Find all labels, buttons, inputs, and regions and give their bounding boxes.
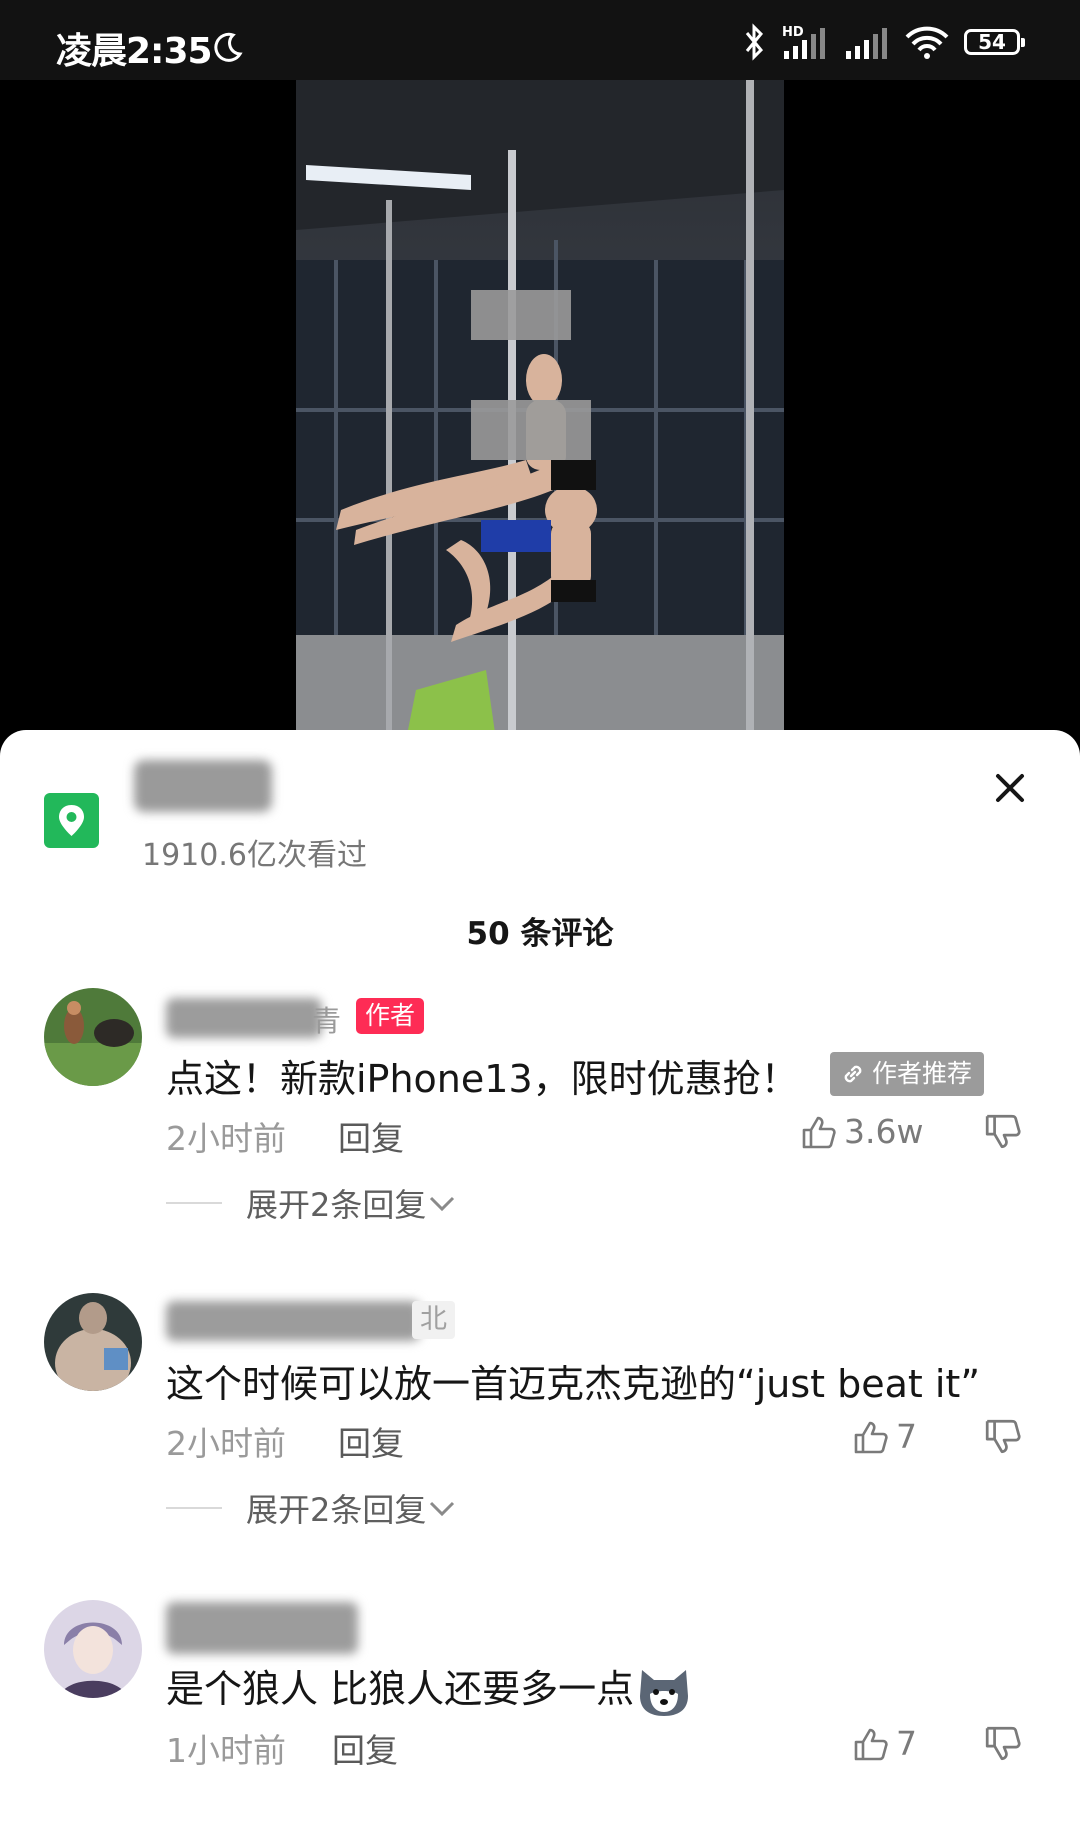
like-count: 7 xyxy=(896,1724,917,1763)
video-player[interactable] xyxy=(0,80,1080,740)
expand-label: 展开2条回复 xyxy=(246,1186,427,1224)
avatar[interactable] xyxy=(44,1600,142,1698)
recommend-label: 作者推荐 xyxy=(872,1059,973,1088)
reply-button[interactable]: 回复 xyxy=(338,1112,404,1160)
like-button[interactable]: 7 xyxy=(852,1724,917,1763)
thumbs-down-icon[interactable] xyxy=(983,1417,1023,1457)
link-icon xyxy=(844,1065,862,1083)
status-icons: HD 54 xyxy=(742,22,1025,62)
comment-text: 点这！新款iPhone13，限时优惠抢！ xyxy=(166,1057,799,1101)
signal-icon: HD xyxy=(782,25,825,59)
signal-icon xyxy=(846,28,887,59)
thumbs-up-icon xyxy=(802,1116,836,1148)
divider-line xyxy=(166,1202,222,1204)
redacted-username[interactable] xyxy=(166,1301,420,1341)
location-icon[interactable] xyxy=(44,793,99,848)
redacted-username[interactable] xyxy=(166,1602,358,1654)
author-badge: 作者 xyxy=(356,998,425,1034)
battery-level: 54 xyxy=(978,30,1006,54)
video-thumbnail xyxy=(296,80,784,740)
redacted-username[interactable] xyxy=(166,998,322,1038)
reply-button[interactable]: 回复 xyxy=(338,1417,404,1465)
status-bar: 凌晨2:35 HD 54 xyxy=(0,0,1080,80)
expand-replies-button[interactable]: 展开2条回复 xyxy=(166,1485,458,1531)
moon-icon xyxy=(214,32,243,62)
like-button[interactable]: 7 xyxy=(852,1417,917,1456)
redacted-location-title[interactable] xyxy=(134,760,272,812)
comment-count: 50 条评论 xyxy=(466,916,614,952)
video-frame[interactable] xyxy=(296,80,784,740)
dog-emoji-icon xyxy=(640,1669,689,1716)
thumbs-up-icon xyxy=(854,1728,888,1760)
status-time: 凌晨2:35 xyxy=(56,31,213,72)
avatar[interactable] xyxy=(44,988,142,1086)
wifi-icon xyxy=(905,26,949,59)
thumbs-up-icon xyxy=(854,1421,888,1453)
expand-label: 展开2条回复 xyxy=(246,1491,427,1529)
svg-text:HD: HD xyxy=(782,25,804,40)
thumbs-down-icon[interactable] xyxy=(983,1112,1023,1152)
reply-button[interactable]: 回复 xyxy=(332,1724,398,1772)
comment-text: 这个时候可以放一首迈克杰克逊的“just beat it” xyxy=(166,1362,981,1406)
divider-line xyxy=(166,1507,222,1509)
comment-text-content: 是个狼人 比狼人还要多一点 xyxy=(166,1667,635,1711)
comment-time: 1小时前 xyxy=(166,1731,286,1770)
battery-icon: 54 xyxy=(964,29,1025,55)
chevron-down-icon xyxy=(430,1501,455,1517)
username-tail: 青 xyxy=(312,1004,342,1038)
like-count: 3.6w xyxy=(844,1112,924,1151)
chevron-down-icon xyxy=(430,1196,455,1212)
comment-sheet: 1910.6亿次看过 50 条评论 青 作者 点这！新款iPhone13，限时优… xyxy=(0,730,1080,1822)
comment-time: 2小时前 xyxy=(166,1424,286,1463)
avatar[interactable] xyxy=(44,1293,142,1391)
view-count: 1910.6亿次看过 xyxy=(142,838,367,873)
comment-text: 是个狼人 比狼人还要多一点 xyxy=(166,1658,692,1718)
like-button[interactable]: 3.6w xyxy=(800,1112,923,1151)
expand-replies-button[interactable]: 展开2条回复 xyxy=(166,1180,458,1226)
close-icon[interactable] xyxy=(990,768,1030,808)
bluetooth-icon xyxy=(745,23,764,61)
thumbs-down-icon[interactable] xyxy=(983,1724,1023,1764)
like-count: 7 xyxy=(896,1417,917,1456)
comment-time: 2小时前 xyxy=(166,1119,286,1158)
author-recommend-badge[interactable]: 作者推荐 xyxy=(830,1052,985,1096)
region-tag: 北 xyxy=(412,1301,455,1339)
